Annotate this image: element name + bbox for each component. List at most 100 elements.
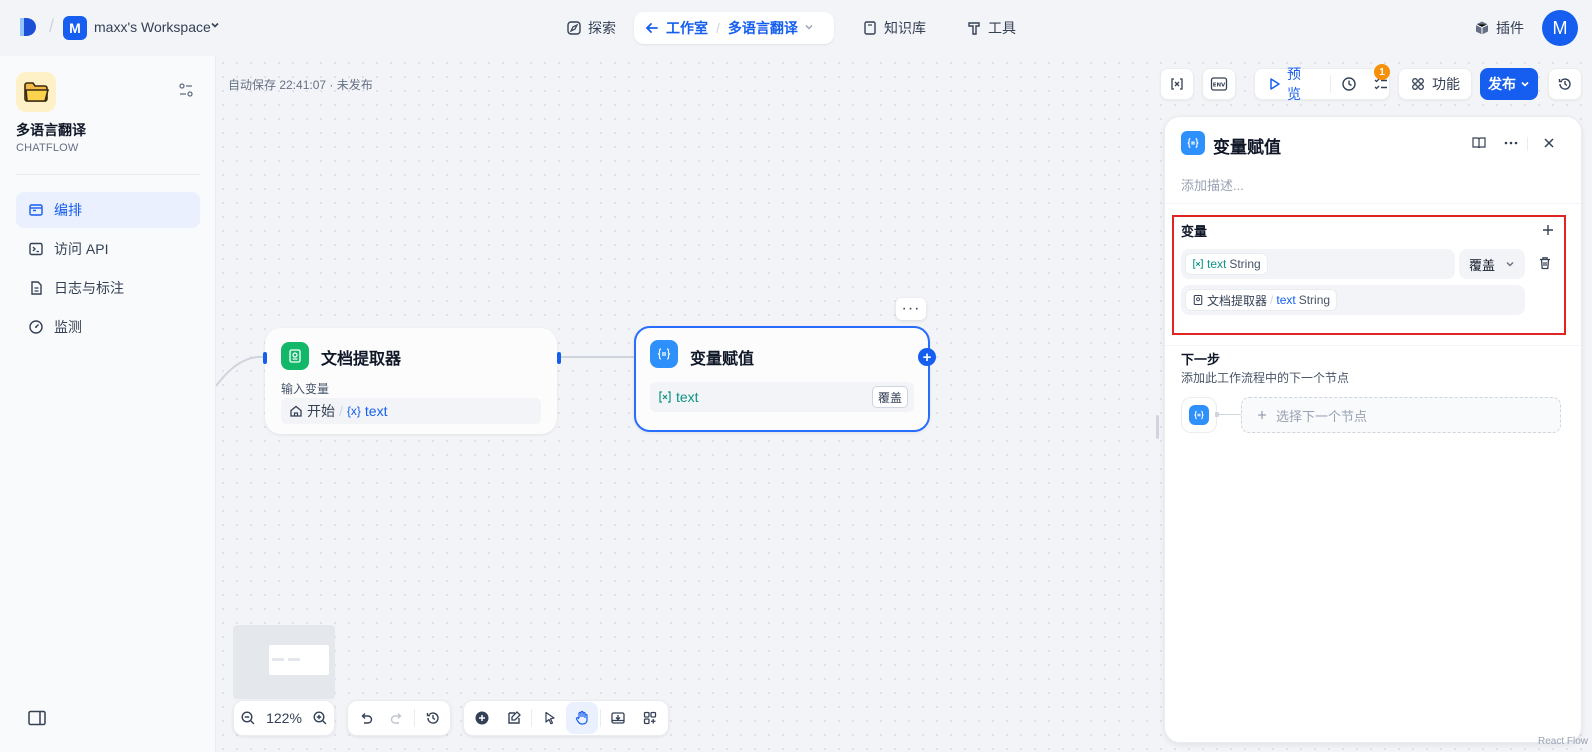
sidebar-collapse-icon[interactable]: [28, 710, 46, 726]
pointer-mode-button[interactable]: [534, 702, 566, 734]
workspace-avatar[interactable]: M: [63, 16, 87, 40]
more-icon[interactable]: [1503, 135, 1519, 151]
zoom-in-button[interactable]: [306, 702, 334, 734]
current-node-icon: [1181, 397, 1217, 433]
organize-nodes-button[interactable]: [634, 702, 666, 734]
change-history-button[interactable]: [417, 702, 448, 734]
svg-text:ENV: ENV: [1213, 83, 1226, 89]
add-variable-icon[interactable]: [1541, 223, 1555, 237]
history-icon: [1557, 76, 1573, 92]
node-config-panel: 变量赋值 添加描述... 变量 text String 覆盖 文档提取器 / t…: [1164, 116, 1582, 743]
add-next-node-button[interactable]: +: [918, 348, 936, 366]
description-input[interactable]: 添加描述...: [1181, 175, 1244, 194]
zoom-out-button[interactable]: [234, 702, 262, 734]
write-mode-select[interactable]: 覆盖: [1459, 249, 1525, 279]
trash-icon[interactable]: [1537, 255, 1553, 271]
nav-studio-label[interactable]: 工作室: [666, 18, 708, 38]
next-step-description: 添加此工作流程中的下一个节点: [1181, 371, 1350, 385]
input-variable-label: 输入变量: [281, 382, 330, 396]
arrow-left-icon[interactable]: [644, 20, 660, 36]
close-icon[interactable]: [1541, 135, 1557, 151]
breadcrumb-separator: /: [716, 20, 720, 36]
app-settings-icon[interactable]: [178, 82, 194, 98]
undo-icon: [361, 713, 372, 724]
node-doc-extractor[interactable]: 文档提取器 输入变量 开始 / {x} text: [265, 328, 557, 434]
doc-extractor-icon: [281, 342, 309, 370]
nav-knowledge[interactable]: 知识库: [852, 12, 936, 44]
assigned-variable-selector[interactable]: text String: [1181, 249, 1455, 279]
divider: [1527, 137, 1528, 151]
user-avatar[interactable]: M: [1542, 10, 1578, 46]
minimap[interactable]: [233, 625, 335, 699]
layout-icon: [644, 711, 657, 725]
note-icon: [507, 711, 521, 724]
source-variable-name: text: [1276, 293, 1296, 307]
undo-button[interactable]: [350, 702, 381, 734]
variable-assigner-icon: [1181, 131, 1205, 155]
document-icon: [28, 280, 44, 296]
sidebar-item-api[interactable]: 访问 API: [16, 231, 200, 267]
add-note-button[interactable]: [498, 702, 530, 734]
compass-icon: [566, 20, 582, 36]
gauge-icon: [28, 319, 44, 335]
nav-explore[interactable]: 探索: [556, 12, 626, 44]
sidebar-item-logs[interactable]: 日志与标注: [16, 270, 200, 306]
node-title: 文档提取器: [321, 351, 402, 368]
history-run-icon[interactable]: [1341, 76, 1357, 92]
source-variable-type: String: [1298, 293, 1331, 307]
play-icon[interactable]: [1269, 77, 1281, 91]
workspace-name[interactable]: maxx's Workspace: [94, 19, 211, 35]
zoom-level[interactable]: 122%: [262, 710, 306, 726]
variable-chip: text String: [1185, 253, 1268, 275]
env-button[interactable]: ENV: [1202, 68, 1236, 100]
panel-title[interactable]: 变量赋值: [1213, 133, 1281, 158]
chevron-down-icon[interactable]: [210, 20, 220, 33]
nav-explore-label: 探索: [588, 20, 616, 36]
nav-tools-label: 工具: [988, 20, 1016, 36]
node-input-handle[interactable]: [263, 352, 267, 364]
help-book-icon[interactable]: [1471, 135, 1487, 151]
doc-extractor-icon: [1192, 294, 1204, 306]
sidebar-item-monitor[interactable]: 监测: [16, 309, 200, 345]
add-node-button[interactable]: [466, 702, 498, 734]
conversation-var-icon: [1192, 258, 1204, 270]
divider: [414, 709, 415, 727]
source-node-name: 文档提取器: [1207, 293, 1268, 308]
chevron-down-icon[interactable]: [804, 22, 814, 35]
nav-studio[interactable]: 工作室 / 多语言翻译: [634, 12, 834, 44]
sidebar-item-orchestrate[interactable]: 编排: [16, 192, 200, 228]
node-more-button[interactable]: ···: [896, 298, 926, 320]
separator: /: [1270, 293, 1274, 307]
checklist-count-badge: 1: [1374, 64, 1390, 80]
divider: [599, 709, 601, 727]
node-variable-assigner[interactable]: 变量赋值 text 覆盖: [634, 326, 930, 432]
export-image-button[interactable]: [603, 702, 635, 734]
nav-tools[interactable]: 工具: [956, 12, 1026, 44]
minimap-node: [272, 658, 284, 661]
select-next-node-button[interactable]: 选择下一个节点: [1241, 397, 1561, 433]
react-flow-attribution[interactable]: React Flow: [1538, 736, 1588, 747]
redo-button[interactable]: [381, 702, 412, 734]
dify-logo-icon[interactable]: [18, 16, 38, 38]
sidebar-item-label: 日志与标注: [54, 280, 124, 296]
app-breadcrumb[interactable]: 多语言翻译: [728, 18, 798, 38]
sidebar-item-label: 监测: [54, 319, 82, 335]
preview-group: 预览: [1254, 66, 1390, 102]
version-history-button[interactable]: [1548, 68, 1582, 100]
preview-button[interactable]: 预览: [1287, 64, 1312, 104]
source-variable-selector[interactable]: 文档提取器 / text String: [1181, 285, 1525, 315]
publish-label: 发布: [1488, 76, 1516, 92]
panel-resize-handle[interactable]: [1156, 415, 1159, 439]
app-sidebar: 多语言翻译 CHATFLOW 编排 访问 API 日志与标注 监测: [0, 56, 216, 752]
variable-inspect-button[interactable]: [1160, 68, 1194, 100]
variable-check-icon: [1169, 76, 1185, 92]
publish-button[interactable]: 发布: [1480, 68, 1538, 100]
write-mode-badge: 覆盖: [871, 386, 908, 408]
hand-mode-button[interactable]: [566, 702, 598, 734]
plugins-link[interactable]: 插件: [1474, 18, 1524, 38]
app-folder-icon: [16, 72, 56, 112]
edge-start-to-extractor: [216, 355, 264, 387]
variable-name: text: [364, 403, 388, 419]
node-output-handle[interactable]: [557, 352, 561, 364]
features-button[interactable]: 功能: [1398, 68, 1472, 100]
